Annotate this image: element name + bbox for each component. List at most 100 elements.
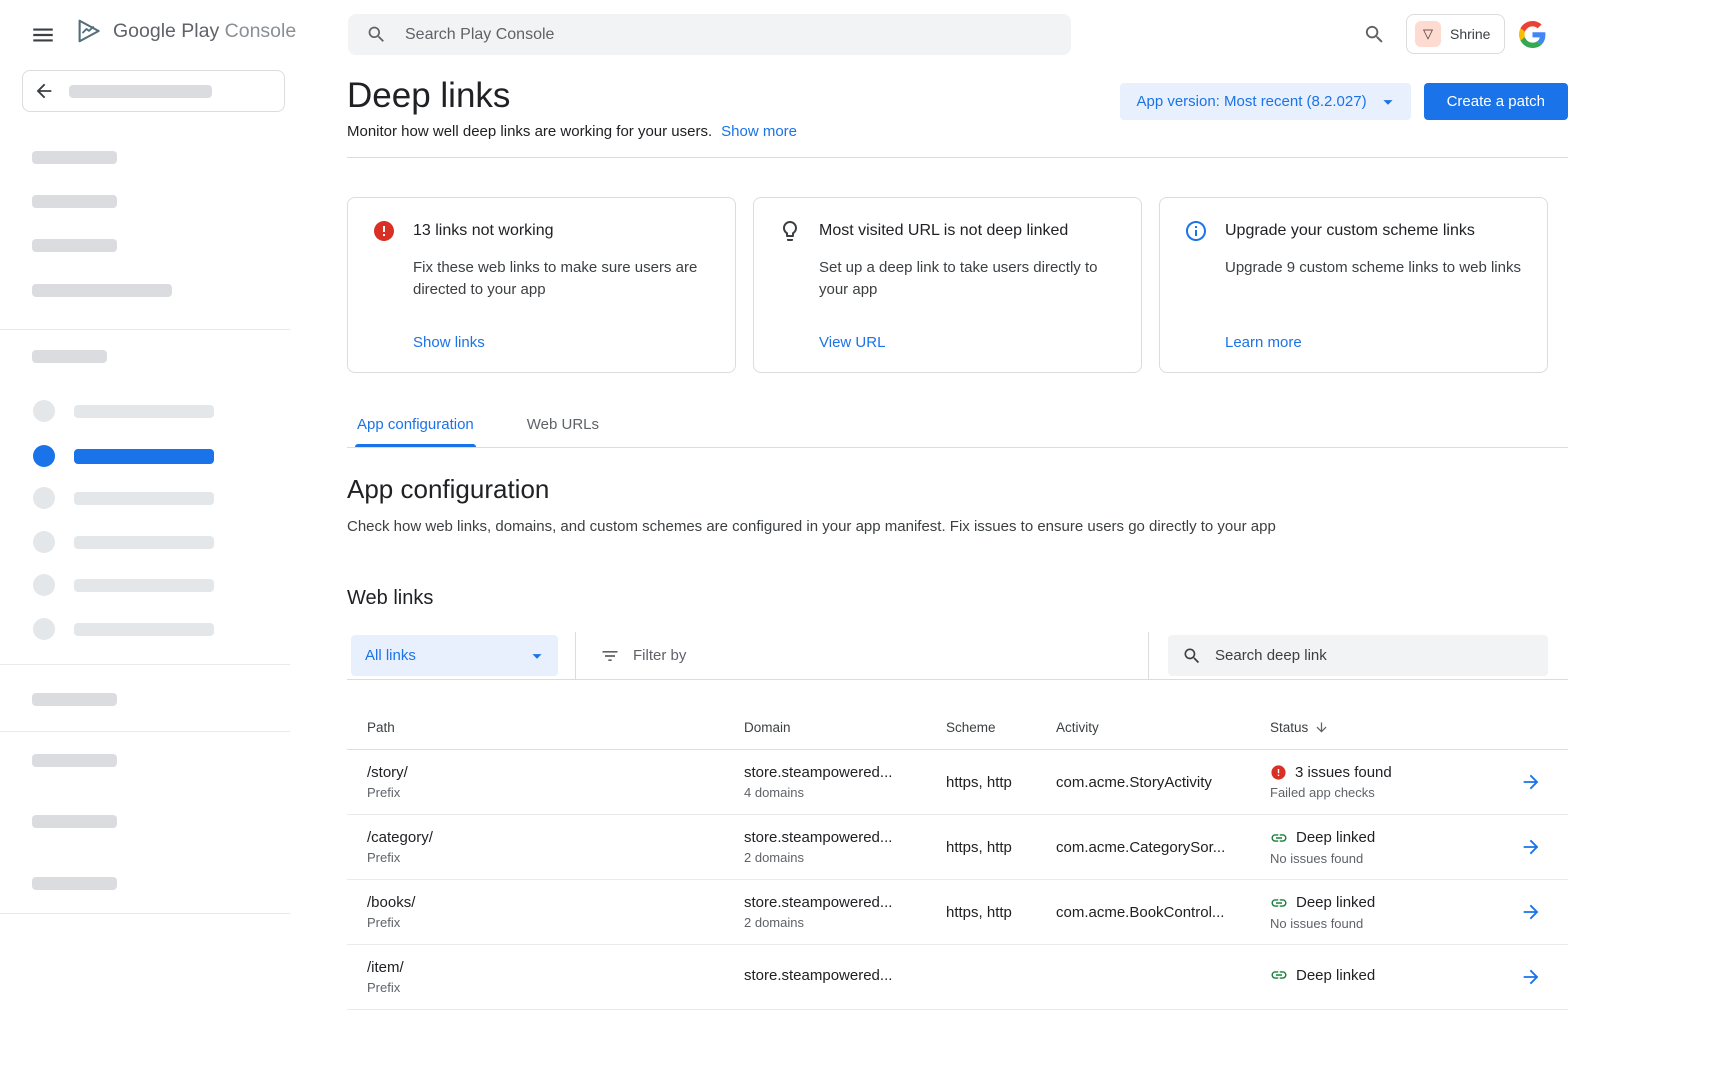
- info-icon: [1184, 219, 1208, 243]
- app-version-label: App version: Most recent (8.2.027): [1136, 93, 1366, 110]
- scheme-value: https, http: [946, 774, 1056, 791]
- open-row-arrow-icon[interactable]: [1520, 836, 1542, 858]
- table-row: /item/ Prefix store.steampowered... Deep…: [347, 945, 1568, 1010]
- table-row: /books/ Prefix store.steampowered... 2 d…: [347, 880, 1568, 945]
- skeleton-bar: [32, 877, 117, 890]
- toolbar-divider: [1148, 632, 1149, 680]
- main-content: Deep links App version: Most recent (8.2…: [347, 69, 1568, 1080]
- sidebar-item[interactable]: [33, 531, 290, 553]
- path-value: /story/: [367, 764, 744, 781]
- activity-value: com.acme.BookControl...: [1056, 904, 1270, 921]
- open-row-arrow-icon[interactable]: [1520, 966, 1542, 988]
- table-row: /category/ Prefix store.steampowered... …: [347, 815, 1568, 880]
- play-logo-icon: [74, 16, 104, 46]
- sidebar-item-selected[interactable]: [33, 445, 290, 467]
- current-app-chip[interactable]: ▽ Shrine: [1406, 14, 1505, 54]
- activity-value: com.acme.CategorySor...: [1056, 839, 1270, 856]
- open-row-arrow-icon[interactable]: [1520, 771, 1542, 793]
- skeleton-bar: [32, 693, 117, 706]
- sidebar-item[interactable]: [33, 574, 290, 596]
- column-path: Path: [367, 720, 744, 735]
- section-title: App configuration: [347, 474, 1568, 505]
- nav-item-icon: [33, 400, 55, 422]
- deep-link-search-input[interactable]: [1215, 647, 1534, 664]
- deep-link-search-bar[interactable]: [1168, 635, 1548, 676]
- open-row-arrow-icon[interactable]: [1520, 901, 1542, 923]
- card-upgrade-scheme-links: Upgrade your custom scheme links Upgrade…: [1159, 197, 1548, 373]
- domain-value: store.steampowered...: [744, 764, 946, 781]
- column-status-sort[interactable]: Status: [1270, 720, 1520, 735]
- show-links-link[interactable]: Show links: [413, 334, 711, 351]
- table-row: /story/ Prefix store.steampowered... 4 d…: [347, 750, 1568, 815]
- learn-more-link[interactable]: Learn more: [1225, 334, 1523, 351]
- global-search-bar[interactable]: [348, 14, 1071, 55]
- path-value: /item/: [367, 959, 744, 976]
- tab-web-urls[interactable]: Web URLs: [527, 416, 599, 447]
- sidebar-item[interactable]: [33, 618, 290, 640]
- skeleton-bar: [74, 536, 214, 549]
- status-detail: Failed app checks: [1270, 785, 1520, 800]
- status-text: Deep linked: [1296, 829, 1375, 846]
- link-icon: [1270, 894, 1288, 912]
- card-body: Upgrade 9 custom scheme links to web lin…: [1225, 257, 1523, 279]
- domain-value: store.steampowered...: [744, 894, 946, 911]
- status-text: Deep linked: [1296, 894, 1375, 911]
- global-search-input[interactable]: [405, 26, 1053, 44]
- domain-count: 2 domains: [744, 915, 946, 930]
- table-header: Path Domain Scheme Activity Status: [347, 680, 1568, 750]
- column-scheme: Scheme: [946, 720, 1056, 735]
- sort-descending-icon: [1314, 720, 1329, 735]
- card-title: 13 links not working: [413, 222, 554, 240]
- nav-item-icon: [33, 531, 55, 553]
- filter-by-label: Filter by: [633, 647, 686, 664]
- skeleton-bar: [32, 151, 117, 164]
- sidebar-item[interactable]: [33, 487, 290, 509]
- skeleton-bar: [74, 492, 214, 505]
- sidebar-divider: [0, 329, 290, 330]
- card-links-not-working: 13 links not working Fix these web links…: [347, 197, 736, 373]
- nav-item-icon: [33, 618, 55, 640]
- show-more-link[interactable]: Show more: [721, 123, 797, 140]
- column-activity: Activity: [1056, 720, 1270, 735]
- sidebar-divider: [0, 913, 290, 914]
- shrine-app-icon: ▽: [1415, 21, 1441, 47]
- tab-app-configuration[interactable]: App configuration: [357, 416, 474, 447]
- create-patch-button[interactable]: Create a patch: [1424, 83, 1568, 120]
- skeleton-bar: [69, 85, 212, 98]
- secondary-search-icon[interactable]: [1363, 23, 1386, 46]
- path-type: Prefix: [367, 915, 744, 930]
- section-description: Check how web links, domains, and custom…: [347, 518, 1568, 535]
- filter-by-button[interactable]: Filter by: [600, 646, 686, 666]
- skeleton-bar: [32, 239, 117, 252]
- filter-icon: [600, 646, 620, 666]
- links-filter-dropdown[interactable]: All links: [351, 635, 558, 676]
- selected-item-bar: [74, 449, 214, 464]
- link-icon: [1270, 966, 1288, 984]
- skeleton-bar: [74, 405, 214, 418]
- sidebar-nav: [0, 69, 290, 1080]
- nav-item-icon: [33, 487, 55, 509]
- skeleton-bar: [74, 579, 214, 592]
- app-version-dropdown[interactable]: App version: Most recent (8.2.027): [1120, 83, 1410, 120]
- back-button[interactable]: [22, 70, 285, 112]
- domain-count: 2 domains: [744, 850, 946, 865]
- sidebar-divider: [0, 664, 290, 665]
- insight-cards: 13 links not working Fix these web links…: [347, 197, 1568, 373]
- view-url-link[interactable]: View URL: [819, 334, 1117, 351]
- sidebar-item[interactable]: [33, 400, 290, 422]
- lightbulb-icon: [778, 219, 802, 243]
- header-divider: [347, 157, 1568, 158]
- path-type: Prefix: [367, 850, 744, 865]
- top-app-bar: Google Play Console ▽ Shrine: [0, 0, 1728, 69]
- google-account-icon[interactable]: [1519, 21, 1546, 48]
- menu-icon[interactable]: [30, 22, 56, 48]
- play-console-logo[interactable]: Google Play Console: [74, 16, 296, 46]
- card-title: Upgrade your custom scheme links: [1225, 222, 1475, 240]
- status-text: Deep linked: [1296, 967, 1375, 984]
- search-icon: [366, 24, 387, 45]
- domain-value: store.steampowered...: [744, 967, 946, 984]
- scheme-value: https, http: [946, 839, 1056, 856]
- path-type: Prefix: [367, 785, 744, 800]
- page-title: Deep links: [347, 74, 510, 117]
- arrow-back-icon: [33, 80, 55, 102]
